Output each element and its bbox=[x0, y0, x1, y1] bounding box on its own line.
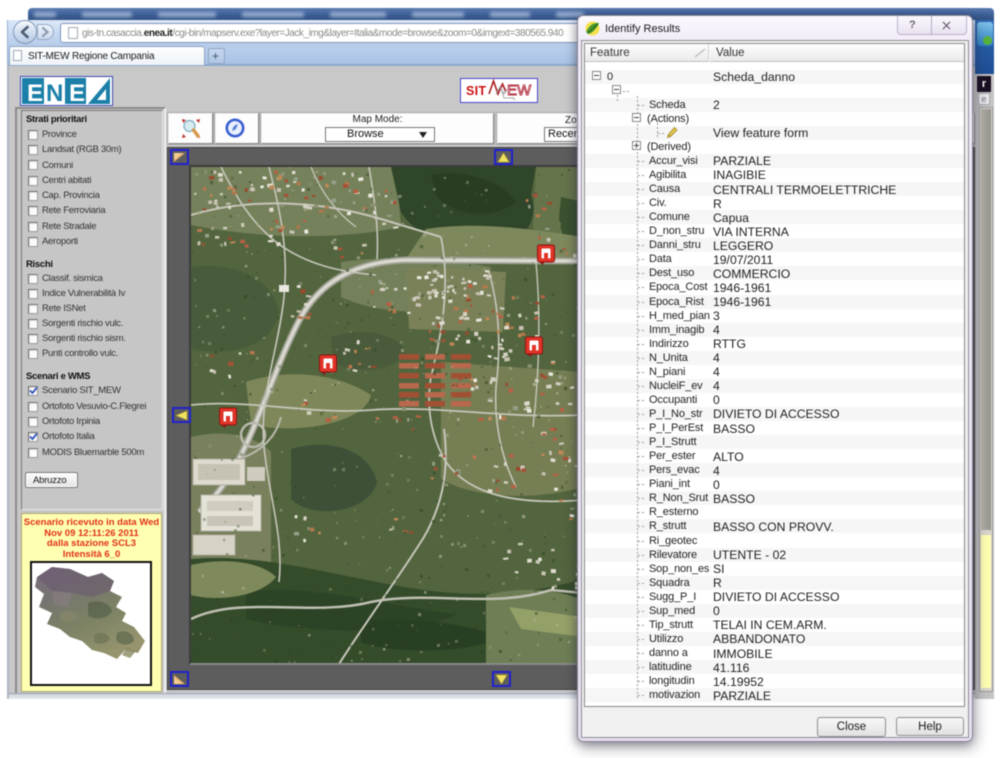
svg-text:EW: EW bbox=[507, 82, 532, 99]
svg-text:N: N bbox=[46, 80, 63, 106]
svg-text:E: E bbox=[69, 80, 85, 106]
svg-text:E: E bbox=[27, 80, 43, 106]
